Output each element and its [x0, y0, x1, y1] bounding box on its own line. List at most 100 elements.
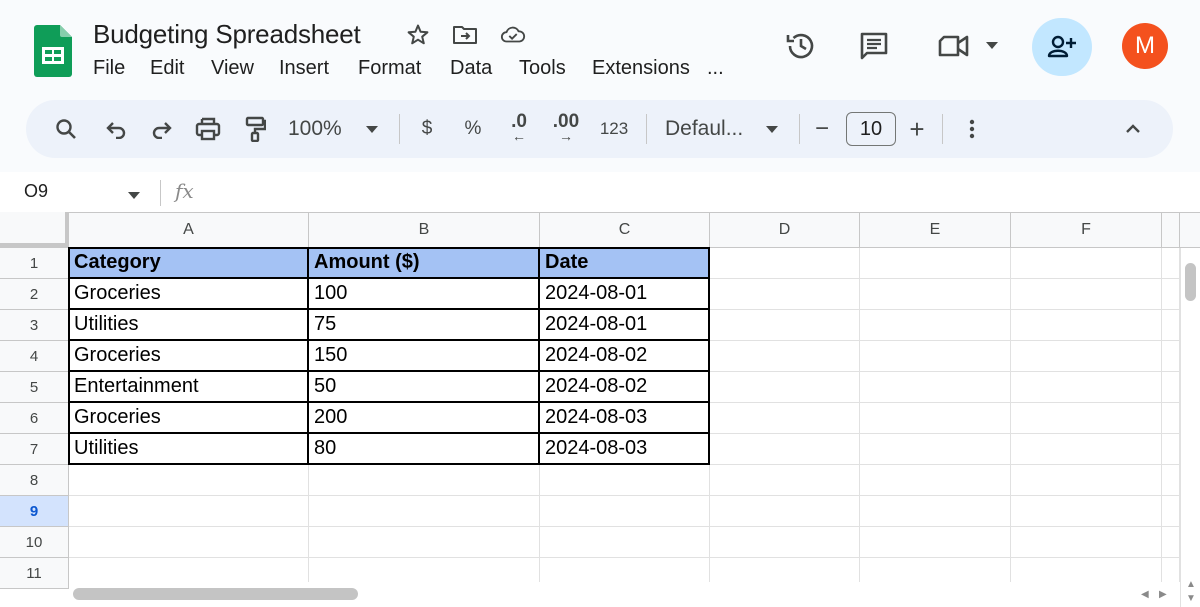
row-header-9[interactable]: 9 — [0, 496, 69, 527]
cell-a4[interactable]: Groceries — [69, 341, 309, 372]
more-options-icon[interactable] — [962, 100, 982, 158]
cell-g6[interactable] — [1162, 403, 1180, 434]
cell-f1[interactable] — [1011, 248, 1162, 279]
cell-b3[interactable]: 75 — [309, 310, 540, 341]
cell-c9[interactable] — [540, 496, 710, 527]
cloud-saved-icon[interactable] — [500, 22, 526, 48]
document-title[interactable]: Budgeting Spreadsheet — [93, 19, 361, 50]
cell-g10[interactable] — [1162, 527, 1180, 558]
cell-e4[interactable] — [860, 341, 1011, 372]
row-header-8[interactable]: 8 — [0, 465, 69, 496]
cell-e7[interactable] — [860, 434, 1011, 465]
scroll-down-arrow-icon[interactable]: ▼ — [1186, 593, 1196, 604]
cell-a5[interactable]: Entertainment — [69, 372, 309, 403]
video-call-icon[interactable] — [936, 30, 972, 62]
cell-d9[interactable] — [710, 496, 860, 527]
redo-icon[interactable] — [148, 100, 174, 158]
zoom-select[interactable]: 100% — [288, 100, 350, 158]
cell-e1[interactable] — [860, 248, 1011, 279]
cell-c2[interactable]: 2024-08-01 — [540, 279, 710, 310]
select-all-corner[interactable] — [0, 212, 69, 247]
menu-more[interactable]: ... — [707, 57, 724, 80]
account-avatar[interactable]: M — [1122, 23, 1168, 69]
cell-b6[interactable]: 200 — [309, 403, 540, 434]
paint-format-icon[interactable] — [242, 100, 268, 158]
undo-icon[interactable] — [104, 100, 130, 158]
cell-g7[interactable] — [1162, 434, 1180, 465]
vertical-scrollbar[interactable]: ▲ ▼ — [1180, 248, 1200, 607]
decrease-decimal-button[interactable]: .0 ← — [504, 100, 534, 158]
video-call-dropdown-icon[interactable] — [984, 38, 1000, 52]
cell-f7[interactable] — [1011, 434, 1162, 465]
row-header-6[interactable]: 6 — [0, 403, 69, 434]
cell-a10[interactable] — [69, 527, 309, 558]
format-percent-button[interactable]: % — [462, 100, 484, 158]
cell-g1[interactable] — [1162, 248, 1180, 279]
cell-a9[interactable] — [69, 496, 309, 527]
version-history-icon[interactable] — [783, 28, 819, 64]
row-header-10[interactable]: 10 — [0, 527, 69, 558]
horizontal-scroll-thumb[interactable] — [73, 588, 358, 600]
cell-d7[interactable] — [710, 434, 860, 465]
share-button[interactable] — [1032, 18, 1092, 76]
cell-e6[interactable] — [860, 403, 1011, 434]
cell-g4[interactable] — [1162, 341, 1180, 372]
cell-e9[interactable] — [860, 496, 1011, 527]
menu-insert[interactable]: Insert — [279, 57, 329, 80]
cell-b10[interactable] — [309, 527, 540, 558]
hide-menus-chevron-up-icon[interactable] — [1122, 100, 1144, 158]
font-dropdown-icon[interactable] — [764, 100, 780, 158]
cell-c3[interactable]: 2024-08-01 — [540, 310, 710, 341]
cell-d1[interactable] — [710, 248, 860, 279]
menu-tools[interactable]: Tools — [519, 57, 566, 80]
cell-a3[interactable]: Utilities — [69, 310, 309, 341]
menu-format[interactable]: Format — [358, 57, 421, 80]
cell-g9[interactable] — [1162, 496, 1180, 527]
cell-e5[interactable] — [860, 372, 1011, 403]
row-header-11[interactable]: 11 — [0, 558, 69, 589]
row-header-3[interactable]: 3 — [0, 310, 69, 341]
column-header-c[interactable]: C — [540, 212, 710, 247]
format-currency-button[interactable]: $ — [416, 100, 438, 158]
column-header-partial[interactable] — [1162, 212, 1180, 247]
menu-data[interactable]: Data — [450, 57, 492, 80]
cell-g3[interactable] — [1162, 310, 1180, 341]
cell-e8[interactable] — [860, 465, 1011, 496]
cell-c5[interactable]: 2024-08-02 — [540, 372, 710, 403]
row-header-2[interactable]: 2 — [0, 279, 69, 310]
cell-a6[interactable]: Groceries — [69, 403, 309, 434]
increase-font-size-button[interactable]: + — [906, 100, 928, 158]
menu-extensions[interactable]: Extensions — [592, 57, 690, 80]
google-sheets-logo[interactable] — [34, 25, 72, 77]
row-header-5[interactable]: 5 — [0, 372, 69, 403]
row-header-7[interactable]: 7 — [0, 434, 69, 465]
vertical-scroll-thumb[interactable] — [1185, 263, 1196, 301]
menu-file[interactable]: File — [93, 57, 125, 80]
column-header-d[interactable]: D — [710, 212, 860, 247]
column-header-a[interactable]: A — [69, 212, 309, 247]
column-header-e[interactable]: E — [860, 212, 1011, 247]
cell-c8[interactable] — [540, 465, 710, 496]
cell-b4[interactable]: 150 — [309, 341, 540, 372]
row-header-4[interactable]: 4 — [0, 341, 69, 372]
cell-g5[interactable] — [1162, 372, 1180, 403]
cell-f6[interactable] — [1011, 403, 1162, 434]
search-menus-icon[interactable] — [52, 100, 80, 158]
font-family-select[interactable]: Defaul... — [665, 100, 747, 158]
cell-f9[interactable] — [1011, 496, 1162, 527]
menu-edit[interactable]: Edit — [150, 57, 184, 80]
move-to-folder-icon[interactable] — [452, 22, 478, 48]
cell-c10[interactable] — [540, 527, 710, 558]
cell-d5[interactable] — [710, 372, 860, 403]
cell-a7[interactable]: Utilities — [69, 434, 309, 465]
cell-f4[interactable] — [1011, 341, 1162, 372]
row-header-1[interactable]: 1 — [0, 248, 69, 279]
more-formats-button[interactable]: 123 — [598, 100, 630, 158]
cell-a8[interactable] — [69, 465, 309, 496]
cell-e10[interactable] — [860, 527, 1011, 558]
cell-c7[interactable]: 2024-08-03 — [540, 434, 710, 465]
cell-b9[interactable] — [309, 496, 540, 527]
cell-a1[interactable]: Category — [69, 248, 309, 279]
cell-a2[interactable]: Groceries — [69, 279, 309, 310]
cell-d10[interactable] — [710, 527, 860, 558]
